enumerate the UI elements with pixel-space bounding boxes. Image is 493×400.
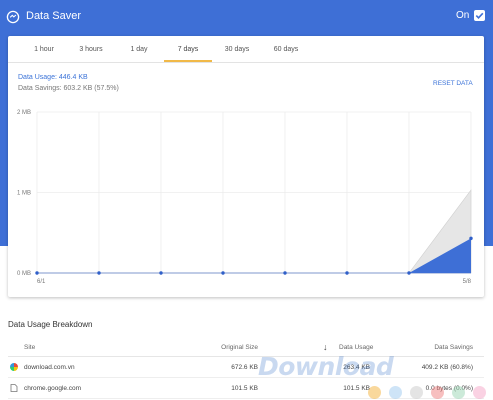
table-row[interactable]: chrome.google.com 101.5 KB 101.5 KB 0.0 …	[8, 379, 484, 399]
breakdown-title: Data Usage Breakdown	[8, 320, 93, 329]
page-favicon-icon	[10, 384, 18, 392]
site-name: download.com.vn	[24, 364, 75, 371]
site-name: chrome.google.com	[24, 385, 82, 392]
usage-card: 1 hour 3 hours 1 day 7 days 30 days 60 d…	[8, 36, 484, 297]
original-size-area	[37, 189, 472, 274]
data-points	[35, 236, 473, 275]
data-point	[345, 271, 349, 275]
column-data-usage[interactable]: Data Usage	[339, 344, 373, 351]
tab-60-days[interactable]: 60 days	[258, 36, 314, 63]
data-point	[97, 271, 101, 275]
chart-grid	[36, 111, 472, 274]
axis-labels: 2 MB 1 MB 0 MB 6/1 5/8	[17, 110, 472, 285]
data-point	[469, 236, 473, 241]
data-saver-icon	[6, 10, 20, 24]
original-size-value: 672.6 KB	[231, 364, 258, 371]
active-tab-indicator	[164, 60, 212, 62]
data-savings-value: 409.2 KB (60.8%)	[421, 364, 473, 371]
original-size-value: 101.5 KB	[231, 385, 258, 392]
table-row[interactable]: download.com.vn 672.6 KB 263.4 KB 409.2 …	[8, 358, 484, 378]
sort-descending-icon[interactable]: ↓	[323, 342, 328, 352]
breakdown-table-header: Site Original Size ↓ Data Usage Data Sav…	[8, 339, 484, 357]
toggle-label: On	[456, 10, 470, 21]
data-usage-summary: Data Usage: 446.4 KB	[18, 74, 88, 81]
data-usage-area	[37, 238, 471, 273]
data-saver-checkbox[interactable]	[474, 10, 485, 21]
data-savings-summary: Data Savings: 603.2 KB (57.5%)	[18, 85, 119, 92]
x-tick-label: 6/1	[37, 279, 46, 285]
data-savings-value: 0.0 bytes (0.0%)	[425, 385, 473, 392]
column-original-size[interactable]: Original Size	[198, 344, 258, 351]
data-usage-value: 263.4 KB	[343, 364, 370, 371]
tab-7-days[interactable]: 7 days	[160, 36, 216, 63]
data-point	[283, 271, 287, 275]
data-usage-value: 101.5 KB	[343, 385, 370, 392]
page-title: Data Saver	[26, 10, 82, 22]
data-point	[221, 271, 225, 275]
column-data-savings[interactable]: Data Savings	[413, 344, 473, 351]
reset-data-button[interactable]: RESET DATA	[433, 80, 473, 87]
y-tick-label: 0 MB	[17, 271, 31, 277]
x-tick-label: 5/8	[463, 279, 472, 285]
checkmark-icon	[475, 12, 484, 19]
tab-30-days[interactable]: 30 days	[209, 36, 265, 63]
data-point	[35, 271, 39, 275]
data-point	[407, 271, 411, 275]
data-usage-chart: 2 MB 1 MB 0 MB 6/1 5/8	[17, 110, 473, 285]
y-tick-label: 2 MB	[17, 110, 31, 116]
time-range-tabs: 1 hour 3 hours 1 day 7 days 30 days 60 d…	[8, 36, 484, 63]
column-site[interactable]: Site	[24, 344, 35, 351]
tab-1-day[interactable]: 1 day	[111, 36, 167, 63]
y-tick-label: 1 MB	[17, 191, 31, 197]
data-point	[159, 271, 163, 275]
download-site-favicon-icon	[10, 363, 18, 371]
